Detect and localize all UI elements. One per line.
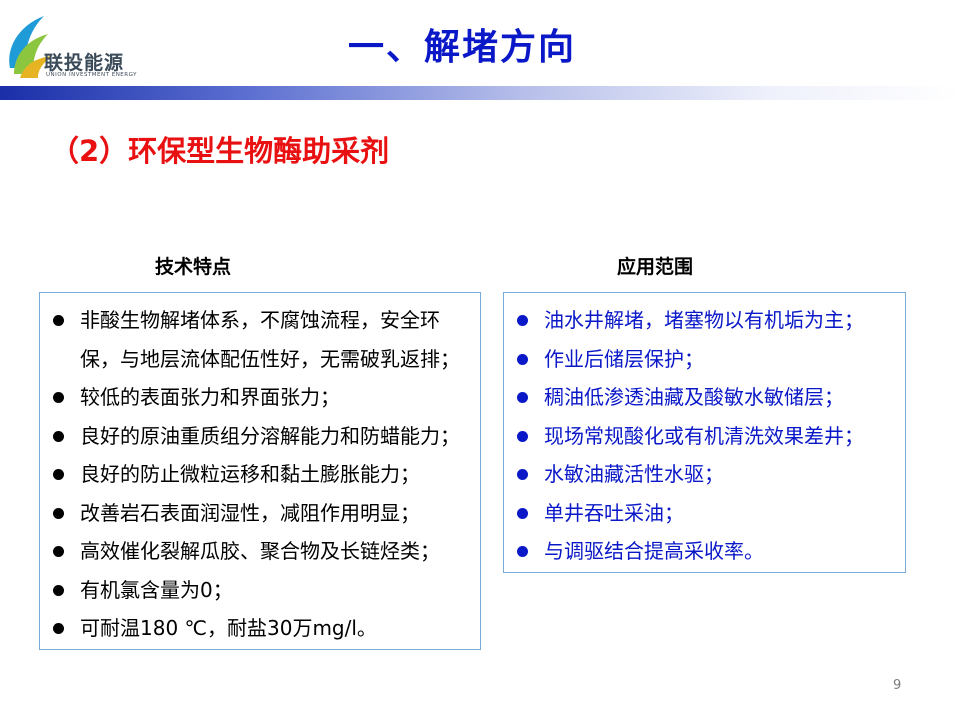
bullet-icon xyxy=(517,507,528,519)
company-logo: 联投能源 UNION INVESTMENT ENERGY xyxy=(4,8,144,80)
bullet-icon xyxy=(517,392,528,403)
list-item: 非酸生物解堵体系，不腐蚀流程，安全环保，与地层流体配伍性好，无需破乳返排； xyxy=(50,301,472,378)
list-item-text: 非酸生物解堵体系，不腐蚀流程，安全环保，与地层流体配伍性好，无需破乳返排； xyxy=(80,308,460,371)
bullet-icon xyxy=(517,469,528,480)
list-item-text: 作业后储层保护； xyxy=(544,346,704,371)
logo-name-cn: 联投能源 xyxy=(44,52,125,74)
bullet-icon xyxy=(517,546,528,557)
list-item: 有机氯含量为0； xyxy=(50,571,472,610)
list-item-text: 与调驱结合提高采收率。 xyxy=(544,539,764,563)
list-item: 高效催化裂解瓜胶、聚合物及长链烃类； xyxy=(50,532,472,571)
page-title: 一、解堵方向 xyxy=(348,27,577,68)
logo-name-en: UNION INVESTMENT ENERGY xyxy=(46,72,137,78)
list-item: 良好的原油重质组分溶解能力和防蜡能力； xyxy=(50,417,472,456)
list-item-text: 现场常规酸化或有机清洗效果差井； xyxy=(544,423,864,448)
list-item: 作业后储层保护； xyxy=(514,340,897,379)
list-item-text: 改善岩石表面润湿性，减阻作用明显； xyxy=(80,500,420,525)
list-item-text: 良好的原油重质组分溶解能力和防蜡能力； xyxy=(80,423,460,448)
bullet-icon xyxy=(53,469,64,480)
list-item-text: 高效催化裂解瓜胶、聚合物及长链烃类； xyxy=(80,539,440,563)
list-item-text: 水敏油藏活性水驱； xyxy=(544,462,724,486)
tech-features-list: 非酸生物解堵体系，不腐蚀流程，安全环保，与地层流体配伍性好，无需破乳返排； 较低… xyxy=(50,301,472,648)
list-item: 可耐温180 ℃，耐盐30万mg/l。 xyxy=(50,609,472,648)
bullet-icon xyxy=(517,430,528,442)
list-item-text: 稠油低渗透油藏及酸敏水敏储层； xyxy=(544,385,844,409)
list-item-text: 油水井解堵，堵塞物以有机垢为主； xyxy=(544,308,864,332)
tech-features-heading: 技术特点 xyxy=(155,256,232,278)
bullet-icon xyxy=(53,430,64,442)
bullet-icon xyxy=(53,315,64,326)
page-number: 9 xyxy=(893,678,902,693)
list-item-text: 良好的防止微粒运移和黏土膨胀能力； xyxy=(80,462,420,486)
bullet-icon xyxy=(53,623,64,634)
application-scope-heading: 应用范围 xyxy=(617,256,694,278)
list-item-text: 有机氯含量为0； xyxy=(80,577,233,602)
header-gradient-bar xyxy=(0,86,960,100)
bullet-icon xyxy=(53,507,64,519)
bullet-icon xyxy=(53,584,64,596)
bullet-icon xyxy=(517,315,528,326)
section-title: （2）环保型生物酶助采剂 xyxy=(50,134,390,168)
application-scope-box: 油水井解堵，堵塞物以有机垢为主； 作业后储层保护； 稠油低渗透油藏及酸敏水敏储层… xyxy=(503,292,906,573)
bullet-icon xyxy=(53,392,64,403)
bullet-icon xyxy=(517,353,528,365)
application-scope-list: 油水井解堵，堵塞物以有机垢为主； 作业后储层保护； 稠油低渗透油藏及酸敏水敏储层… xyxy=(514,301,897,571)
list-item: 稠油低渗透油藏及酸敏水敏储层； xyxy=(514,378,897,417)
bullet-icon xyxy=(53,546,64,557)
list-item: 与调驱结合提高采收率。 xyxy=(514,532,897,571)
list-item: 单井吞吐采油； xyxy=(514,494,897,533)
list-item: 良好的防止微粒运移和黏土膨胀能力； xyxy=(50,455,472,494)
list-item: 油水井解堵，堵塞物以有机垢为主； xyxy=(514,301,897,340)
list-item-text: 较低的表面张力和界面张力； xyxy=(80,385,340,409)
list-item: 较低的表面张力和界面张力； xyxy=(50,378,472,417)
list-item: 水敏油藏活性水驱； xyxy=(514,455,897,494)
list-item: 现场常规酸化或有机清洗效果差井； xyxy=(514,417,897,456)
list-item-text: 可耐温180 ℃，耐盐30万mg/l。 xyxy=(80,616,377,640)
tech-features-box: 非酸生物解堵体系，不腐蚀流程，安全环保，与地层流体配伍性好，无需破乳返排； 较低… xyxy=(39,292,481,650)
list-item-text: 单井吞吐采油； xyxy=(544,500,684,525)
list-item: 改善岩石表面润湿性，减阻作用明显； xyxy=(50,494,472,533)
